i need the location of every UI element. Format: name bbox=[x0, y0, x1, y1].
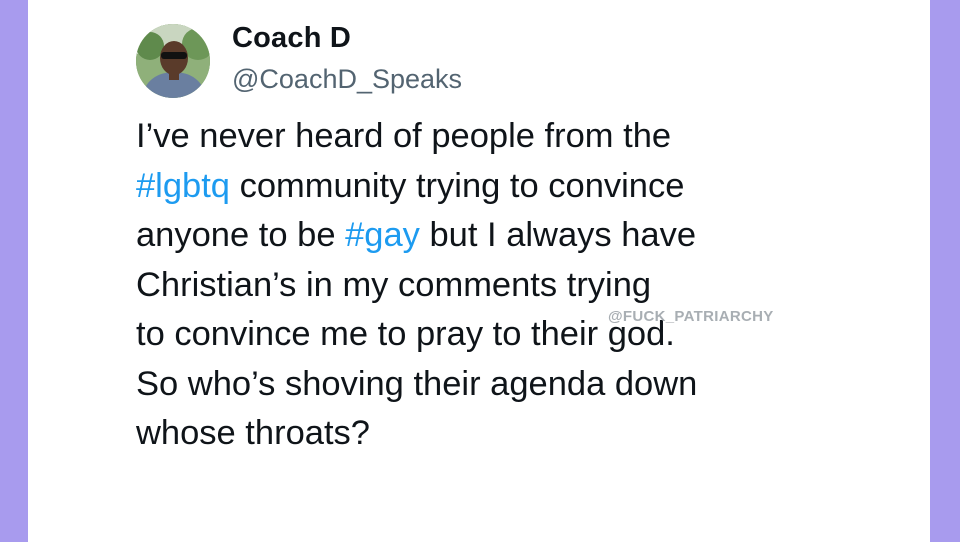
tweet-line: #lgbtq community trying to convince bbox=[136, 162, 856, 212]
tweet-line: I’ve never heard of people from the bbox=[136, 112, 856, 162]
tweet-line: whose throats? bbox=[136, 409, 856, 459]
background-frame: Coach D @CoachD_Speaks I’ve never heard … bbox=[0, 0, 960, 542]
tweet-line: anyone to be #gay but I always have bbox=[136, 211, 856, 261]
tweet-line: Christian’s in my comments trying bbox=[136, 261, 856, 311]
tweet-line: So who’s shoving their agenda down bbox=[136, 360, 856, 410]
tweet-text-segment: to convince me to pray to their god. bbox=[136, 315, 675, 353]
tweet-text-segment: community trying to convince bbox=[230, 166, 685, 205]
tweet-text-segment: anyone to be bbox=[136, 216, 346, 254]
hashtag-link-gay[interactable]: #gay bbox=[345, 216, 420, 254]
tweet-body: I’ve never heard of people from the #lgb… bbox=[136, 112, 856, 459]
tweet-text-segment: whose throats? bbox=[136, 414, 370, 452]
avatar-icon bbox=[136, 24, 210, 98]
tweet-text-segment: but I always have bbox=[419, 216, 697, 254]
tweet-text-segment: I’ve never heard of people from the bbox=[136, 117, 672, 155]
hashtag-link-lgbtq[interactable]: #lgbtq bbox=[136, 167, 230, 205]
author-display-name[interactable]: Coach D bbox=[232, 22, 351, 55]
tweet-text-segment: So who’s shoving their agenda down bbox=[136, 364, 698, 403]
author-handle[interactable]: @CoachD_Speaks bbox=[232, 64, 462, 95]
tweet-text-segment: Christian’s in my comments trying bbox=[136, 265, 652, 304]
author-avatar[interactable] bbox=[136, 24, 210, 98]
watermark: @FUCK_PATRIARCHY bbox=[608, 308, 774, 325]
